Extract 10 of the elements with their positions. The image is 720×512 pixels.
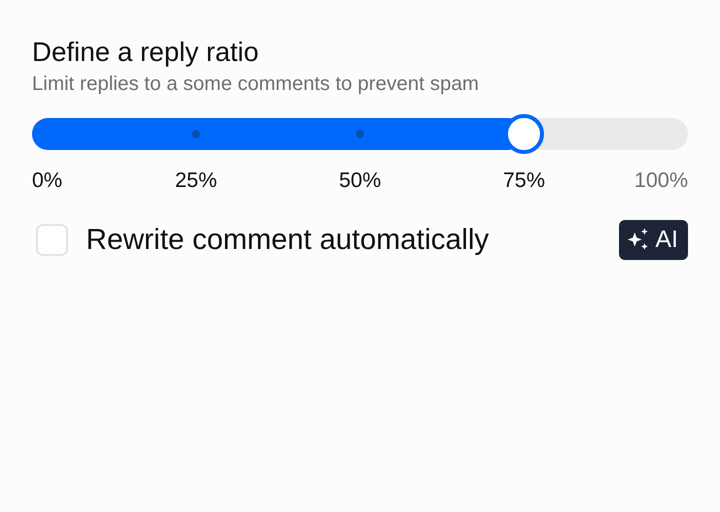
section-title: Define a reply ratio xyxy=(32,36,260,69)
tick-label: 75% xyxy=(502,168,546,194)
section-subtitle: Limit replies to a some comments to prevent spam xyxy=(32,72,480,97)
tick-label: 25% xyxy=(174,168,218,194)
tick-label: 50% xyxy=(338,168,382,194)
tick-label: 0% xyxy=(32,168,62,194)
checkbox-label: Rewrite comment automatically xyxy=(86,224,490,256)
tick-label: 100% xyxy=(634,168,688,194)
checkbox[interactable] xyxy=(36,224,68,256)
ai-badge: AI xyxy=(619,220,688,260)
